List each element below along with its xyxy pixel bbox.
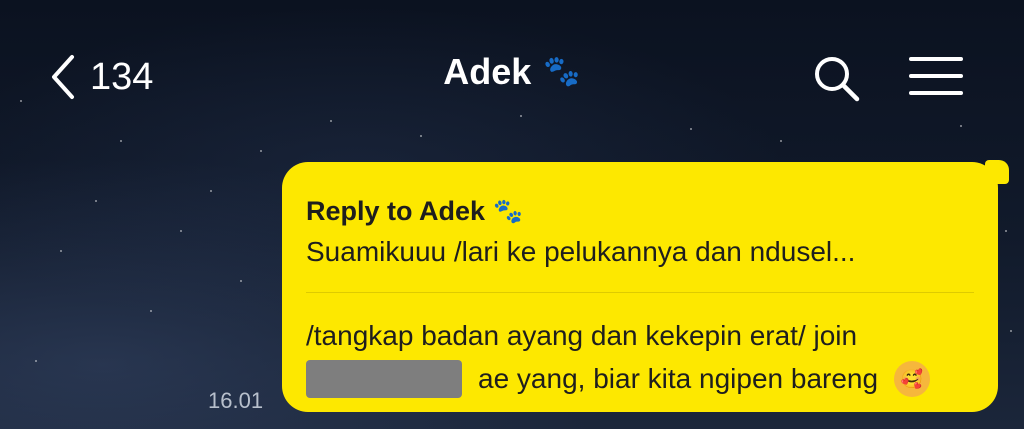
search-button[interactable]	[812, 54, 862, 104]
message-text-continued: ae yang, biar kita ngipen bareng	[478, 363, 879, 394]
message-text-line-2: ae yang, biar kita ngipen bareng 🥰	[306, 360, 931, 398]
reply-header[interactable]: Reply to Adek 🐾	[306, 196, 523, 227]
message-bubble[interactable]: Reply to Adek 🐾 Suamikuuu /lari ke peluk…	[282, 162, 998, 412]
paw-emoji: 🐾	[493, 197, 523, 225]
reply-label: Reply to Adek	[306, 196, 486, 226]
chat-header: 134 Adek 🐾	[0, 0, 1024, 150]
chat-title-group[interactable]: Adek 🐾	[0, 54, 1024, 90]
reply-preview: Suamikuuu /lari ke pelukannya dan ndusel…	[306, 236, 856, 267]
reply-divider	[306, 292, 974, 293]
paw-emoji: 🐾	[543, 55, 581, 88]
menu-icon	[909, 57, 963, 95]
message-text-line-1: /tangkap badan ayang dan kekepin erat/ j…	[306, 320, 858, 351]
message-timestamp: 16.01	[208, 388, 264, 413]
menu-button[interactable]	[908, 52, 964, 100]
chat-title: Adek	[443, 51, 532, 92]
redacted-block	[306, 360, 462, 398]
smiling-hearts-emoji: 🥰	[894, 361, 931, 397]
search-icon	[815, 57, 860, 102]
